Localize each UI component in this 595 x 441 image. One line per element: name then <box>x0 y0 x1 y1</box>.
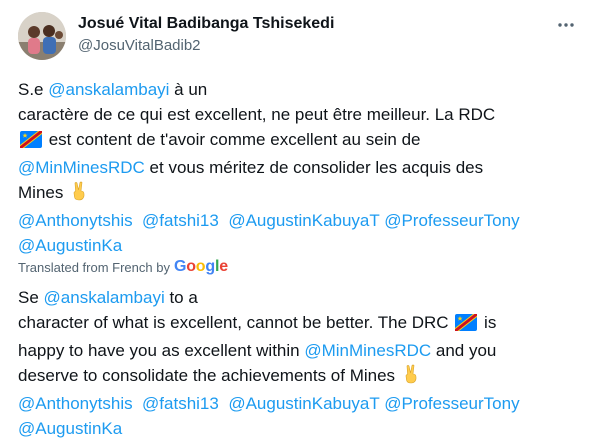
mention-tag[interactable]: @ProfesseurTony <box>384 394 519 413</box>
translated-from-label[interactable]: Translated from French by Google <box>18 257 228 277</box>
mention-tag[interactable]: @AugustinKa <box>18 419 122 438</box>
translated-from-text: Translated from French by <box>18 259 170 275</box>
text-segment: à un <box>169 80 208 99</box>
text-segment: and you <box>431 341 497 360</box>
text-segment: et vous méritez de consolider les acquis… <box>144 158 484 177</box>
mention-tag[interactable]: @ProfesseurTony <box>384 211 519 230</box>
mention-tag[interactable]: @AugustinKa <box>18 236 122 255</box>
text-segment: Mines <box>18 183 69 202</box>
mention-minminesrdc[interactable]: @MinMinesRDC <box>18 158 145 177</box>
avatar-photo <box>18 12 66 60</box>
text-segment: S.e <box>18 80 49 99</box>
text-segment: caractère de ce qui est excellent, ne pe… <box>18 105 496 124</box>
text-segment: is <box>479 313 497 332</box>
google-letter: o <box>195 258 206 275</box>
tweet-header: Josué Vital Badibanga Tshisekedi @JosuVi… <box>18 12 581 60</box>
text-segment: est content de t'avoir comme excellent a… <box>44 130 421 149</box>
mention-tag[interactable]: @Anthonytshis <box>18 211 133 230</box>
mention-tag[interactable]: @AugustinKabuyaT <box>228 394 379 413</box>
author-display-name[interactable]: Josué Vital Badibanga Tshisekedi <box>78 14 334 34</box>
google-logo: Google <box>174 258 228 276</box>
mention-anskalambayi[interactable]: @anskalambayi <box>44 288 165 307</box>
text-segment: Se <box>18 288 44 307</box>
drc-flag-icon <box>20 130 42 155</box>
text-segment: character of what is excellent, cannot b… <box>18 313 454 332</box>
google-letter: g <box>205 258 215 275</box>
mention-tag[interactable]: @Anthonytshis <box>18 394 133 413</box>
author-handle[interactable]: @JosuVitalBadib2 <box>78 36 334 56</box>
victory-hand-icon <box>70 181 88 208</box>
mention-anskalambayi[interactable]: @anskalambayi <box>48 80 169 99</box>
drc-flag-icon <box>455 313 478 338</box>
mention-tag[interactable]: @AugustinKabuyaT <box>228 211 379 230</box>
tweet-text-original: S.e @anskalambayi à un caractère de ce q… <box>18 77 584 258</box>
mention-tag[interactable]: @fatshi13 <box>142 394 219 413</box>
more-options-button[interactable] <box>555 14 577 36</box>
victory-hand-icon <box>402 364 420 391</box>
more-horizontal-icon <box>558 23 574 27</box>
mention-minminesrdc[interactable]: @MinMinesRDC <box>304 341 431 360</box>
google-letter: e <box>219 258 228 275</box>
avatar[interactable] <box>18 12 66 60</box>
text-segment: to a <box>164 288 198 307</box>
text-segment: deserve to consolidate the achievements … <box>18 366 400 385</box>
author-info: Josué Vital Badibanga Tshisekedi @JosuVi… <box>78 14 334 56</box>
google-letter: o <box>186 258 196 275</box>
text-segment: happy to have you as excellent within <box>18 341 305 360</box>
google-letter: G <box>173 258 187 275</box>
mention-tag[interactable]: @fatshi13 <box>142 211 219 230</box>
tweet-text-translation: Se @anskalambayi to a character of what … <box>18 285 584 441</box>
